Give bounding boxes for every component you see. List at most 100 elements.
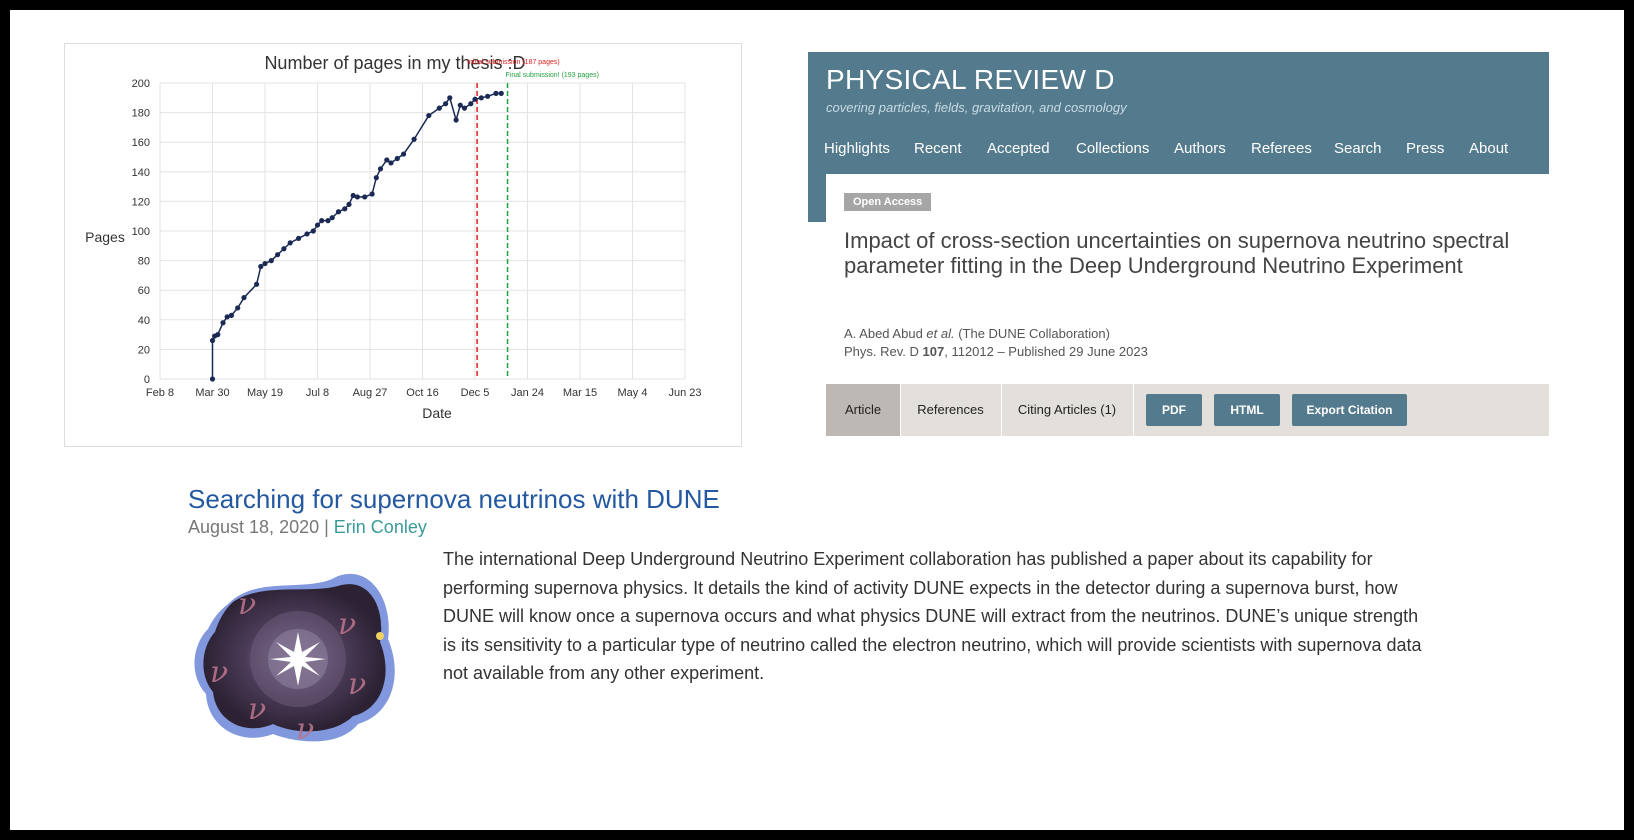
data-point — [215, 332, 221, 338]
data-point — [447, 95, 453, 101]
x-tick-label: Mar 30 — [195, 387, 229, 399]
nav-accepted[interactable]: Accepted — [987, 140, 1050, 157]
y-tick-label: 80 — [138, 256, 150, 268]
data-point — [346, 201, 352, 207]
data-point — [304, 231, 310, 237]
y-tick-label: 20 — [138, 344, 150, 356]
news-author[interactable]: Erin Conley — [334, 517, 427, 537]
author-name[interactable]: A. Abed Abud — [844, 326, 926, 341]
export-citation-button[interactable]: Export Citation — [1292, 394, 1407, 426]
tab-references[interactable]: References — [900, 384, 1002, 436]
tab-citing-articles[interactable]: Citing Articles (1) — [1001, 384, 1134, 436]
chart-y-axis-label: Pages — [85, 229, 125, 245]
nav-search[interactable]: Search — [1334, 140, 1382, 157]
data-point — [394, 155, 400, 162]
news-title[interactable]: Searching for supernova neutrinos with D… — [188, 484, 720, 515]
y-tick-label: 160 — [132, 137, 150, 149]
html-button[interactable]: HTML — [1214, 394, 1280, 426]
journal-nav: Highlights Recent Accepted Collections A… — [808, 132, 1549, 168]
citation-volume: 107 — [922, 344, 945, 359]
nav-about[interactable]: About — [1469, 140, 1508, 157]
data-point — [388, 160, 394, 166]
supernova-neutrino-illustration: ν ν ν ν ν ν — [188, 564, 408, 754]
x-tick-label: May 19 — [247, 387, 283, 399]
chart-svg: Number of pages in my thesis :D Pages Da… — [85, 53, 702, 421]
y-tick-label: 60 — [138, 285, 150, 297]
neutrino-glyph: ν — [248, 692, 266, 727]
news-body: The international Deep Underground Neutr… — [443, 549, 1422, 683]
data-point — [461, 105, 468, 111]
news-date: August 18, 2020 — [188, 517, 320, 537]
data-point — [411, 136, 417, 142]
data-point — [275, 252, 281, 258]
data-point — [258, 263, 264, 270]
x-tick-label: Oct 16 — [406, 387, 438, 399]
journal-subtitle: covering particles, fields, gravitation,… — [826, 100, 1127, 115]
author-collaboration: (The DUNE Collaboration) — [954, 326, 1110, 341]
nav-referees[interactable]: Referees — [1251, 140, 1312, 157]
x-tick-label: May 4 — [618, 387, 648, 399]
data-point — [228, 312, 234, 318]
y-tick-label: 40 — [138, 315, 150, 327]
data-point — [342, 206, 348, 212]
author-etal: et al. — [926, 326, 955, 341]
neutrino-glyph: ν — [348, 667, 366, 702]
data-point — [426, 112, 432, 119]
journal-header: PHYSICAL REVIEW D covering particles, fi… — [808, 52, 1549, 174]
nav-highlights[interactable]: Highlights — [824, 140, 890, 157]
article-authors: A. Abed Abud et al. (The DUNE Collaborat… — [844, 326, 1110, 341]
x-tick-label: Feb 8 — [146, 387, 174, 399]
data-point — [362, 194, 368, 200]
news-meta: August 18, 2020 | Erin Conley — [188, 517, 427, 538]
data-point — [296, 235, 302, 241]
news-article: Searching for supernova neutrinos with D… — [180, 472, 1460, 762]
data-point — [325, 218, 331, 224]
nav-authors[interactable]: Authors — [1174, 140, 1226, 157]
nav-recent[interactable]: Recent — [914, 140, 962, 157]
collage-canvas: Number of pages in my thesis :D Pages Da… — [10, 10, 1624, 830]
chart-series — [209, 90, 504, 382]
data-point — [369, 191, 375, 197]
tab-article[interactable]: Article — [826, 384, 901, 436]
data-point — [457, 102, 463, 108]
journal-title[interactable]: PHYSICAL REVIEW D — [826, 64, 1115, 96]
data-point — [401, 151, 407, 157]
y-tick-label: 180 — [132, 108, 150, 120]
data-point — [335, 209, 342, 215]
x-tick-label: Aug 27 — [353, 387, 388, 399]
article-citation: Phys. Rev. D 107, 112012 – Published 29 … — [844, 344, 1148, 359]
data-point — [220, 320, 226, 326]
data-point — [478, 95, 484, 101]
nav-press[interactable]: Press — [1406, 140, 1444, 157]
submission-line-label: Initial submission (187 pages) — [467, 59, 560, 66]
citation-prefix: Phys. Rev. D — [844, 344, 923, 359]
nav-collections[interactable]: Collections — [1076, 140, 1149, 157]
chart-x-axis-label: Date — [422, 405, 452, 421]
x-tick-label: Jun 23 — [668, 387, 701, 399]
data-point — [268, 258, 274, 264]
data-point — [329, 215, 335, 221]
journal-header-accent — [808, 174, 826, 222]
news-separator: | — [319, 517, 334, 537]
y-tick-label: 100 — [132, 226, 150, 238]
series-line — [211, 92, 502, 379]
neutrino-glyph: ν — [238, 587, 256, 622]
x-tick-label: Mar 15 — [563, 387, 597, 399]
data-point — [354, 194, 360, 200]
y-tick-label: 140 — [132, 167, 150, 179]
chart-x-ticks: Feb 8 Mar 30 May 19 Jul 8 Aug 27 Oct 16 Dec 5 J… — [146, 387, 702, 399]
citation-suffix: , 112012 – Published 29 June 2023 — [944, 344, 1148, 359]
data-point — [254, 281, 260, 287]
open-access-badge: Open Access — [844, 193, 932, 211]
pdf-button[interactable]: PDF — [1146, 394, 1202, 426]
data-point — [373, 175, 379, 181]
data-point — [468, 101, 474, 107]
data-point — [472, 96, 478, 102]
data-point — [262, 260, 268, 267]
article-tab-bar: Article References Citing Articles (1) P… — [826, 384, 1549, 436]
data-point — [209, 337, 216, 344]
journal-article-page: PHYSICAL REVIEW D covering particles, fi… — [808, 52, 1549, 440]
neutrino-glyph: ν — [296, 712, 314, 747]
data-point — [281, 246, 287, 252]
data-point — [443, 101, 449, 107]
